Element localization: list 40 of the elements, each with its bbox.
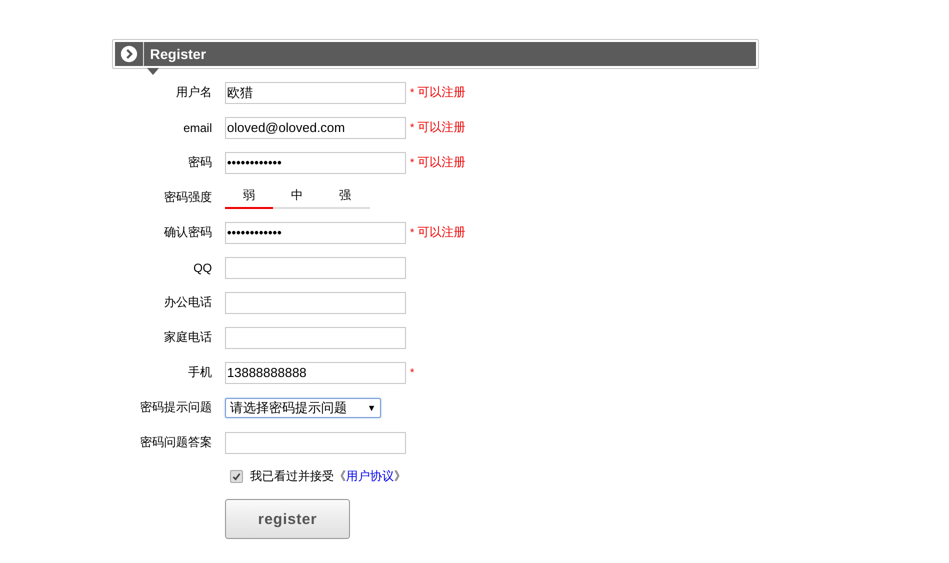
validation-message: 可以注册: [417, 119, 466, 136]
field-label: 家庭电话: [163, 329, 212, 346]
field-label: 密码问题答案: [139, 434, 212, 451]
field-label: 用户名: [175, 84, 212, 101]
input-field[interactable]: oloved@oloved.com: [225, 116, 406, 138]
input-field[interactable]: ••••••••••••: [225, 222, 406, 244]
input-field[interactable]: [225, 292, 406, 314]
pointer-notch: [147, 68, 159, 75]
required-mark: *: [410, 122, 414, 134]
field-label: QQ: [192, 260, 212, 274]
strength-level: 中: [290, 186, 304, 204]
required-mark: *: [410, 366, 414, 378]
field-label: 手机: [187, 364, 212, 381]
select-dropdown[interactable]: 请选择密码提示问题 ▼: [225, 398, 381, 418]
field-label: 办公电话: [163, 294, 212, 311]
input-field[interactable]: 13888888888: [225, 362, 406, 384]
input-field[interactable]: [225, 432, 406, 454]
input-field[interactable]: [225, 326, 406, 348]
required-mark: *: [410, 226, 414, 238]
agreement-checkbox[interactable]: [230, 470, 243, 483]
register-button[interactable]: register: [225, 499, 350, 539]
required-mark: *: [410, 156, 414, 168]
strength-level: 弱: [225, 186, 273, 208]
chevron-circle-icon: [120, 45, 138, 63]
input-field[interactable]: 欧猎: [225, 82, 406, 104]
field-label: 确认密码: [163, 224, 212, 241]
strength-level: 强: [338, 186, 352, 204]
field-label: 密码提示问题: [139, 399, 212, 416]
field-label: 密码强度: [163, 189, 212, 206]
validation-message: 可以注册: [417, 224, 466, 241]
agreement-link[interactable]: 用户协议: [346, 469, 394, 483]
required-mark: *: [410, 86, 414, 98]
agreement-text: 我已看过并接受《用户协议》: [250, 468, 406, 485]
field-label: 密码: [187, 154, 212, 171]
input-field[interactable]: [225, 256, 406, 278]
input-field[interactable]: ••••••••••••: [225, 152, 406, 174]
validation-message: 可以注册: [417, 154, 466, 171]
header-title: Register: [143, 42, 206, 66]
field-label: email: [182, 120, 212, 134]
validation-message: 可以注册: [417, 84, 466, 101]
